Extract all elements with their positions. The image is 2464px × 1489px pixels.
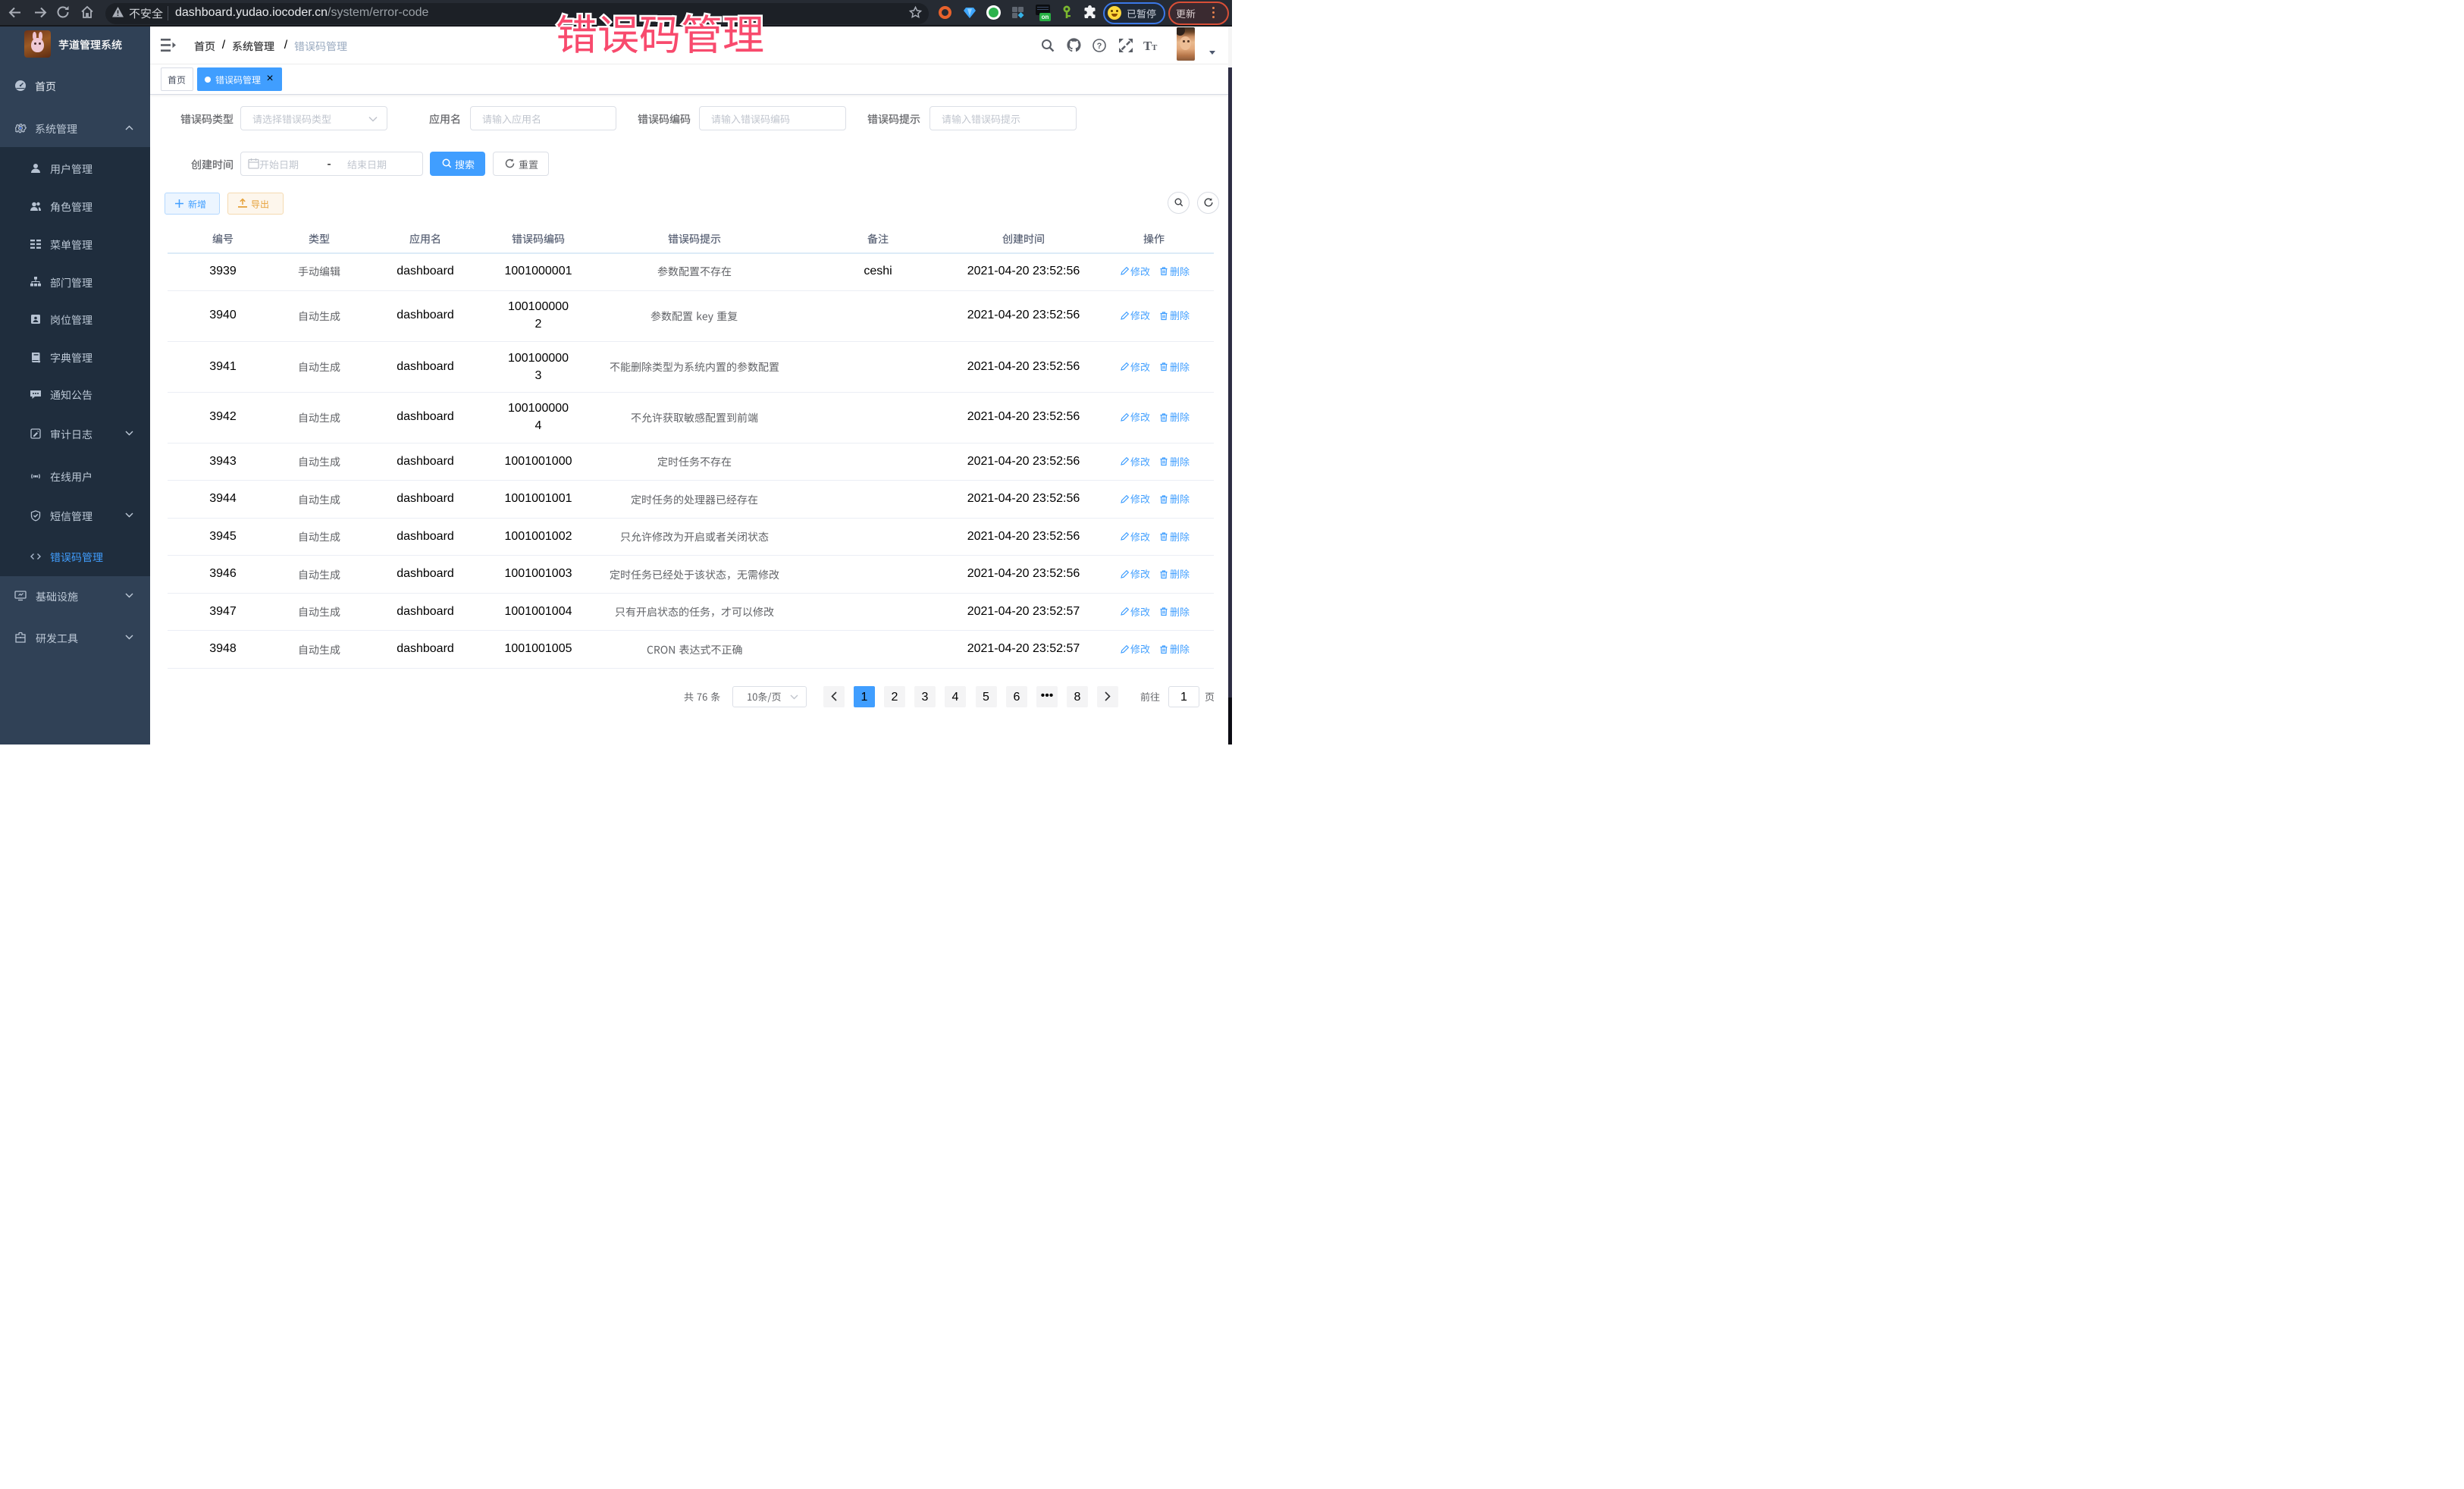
- svg-text:?: ?: [1097, 42, 1102, 51]
- svg-text:T: T: [1152, 43, 1158, 52]
